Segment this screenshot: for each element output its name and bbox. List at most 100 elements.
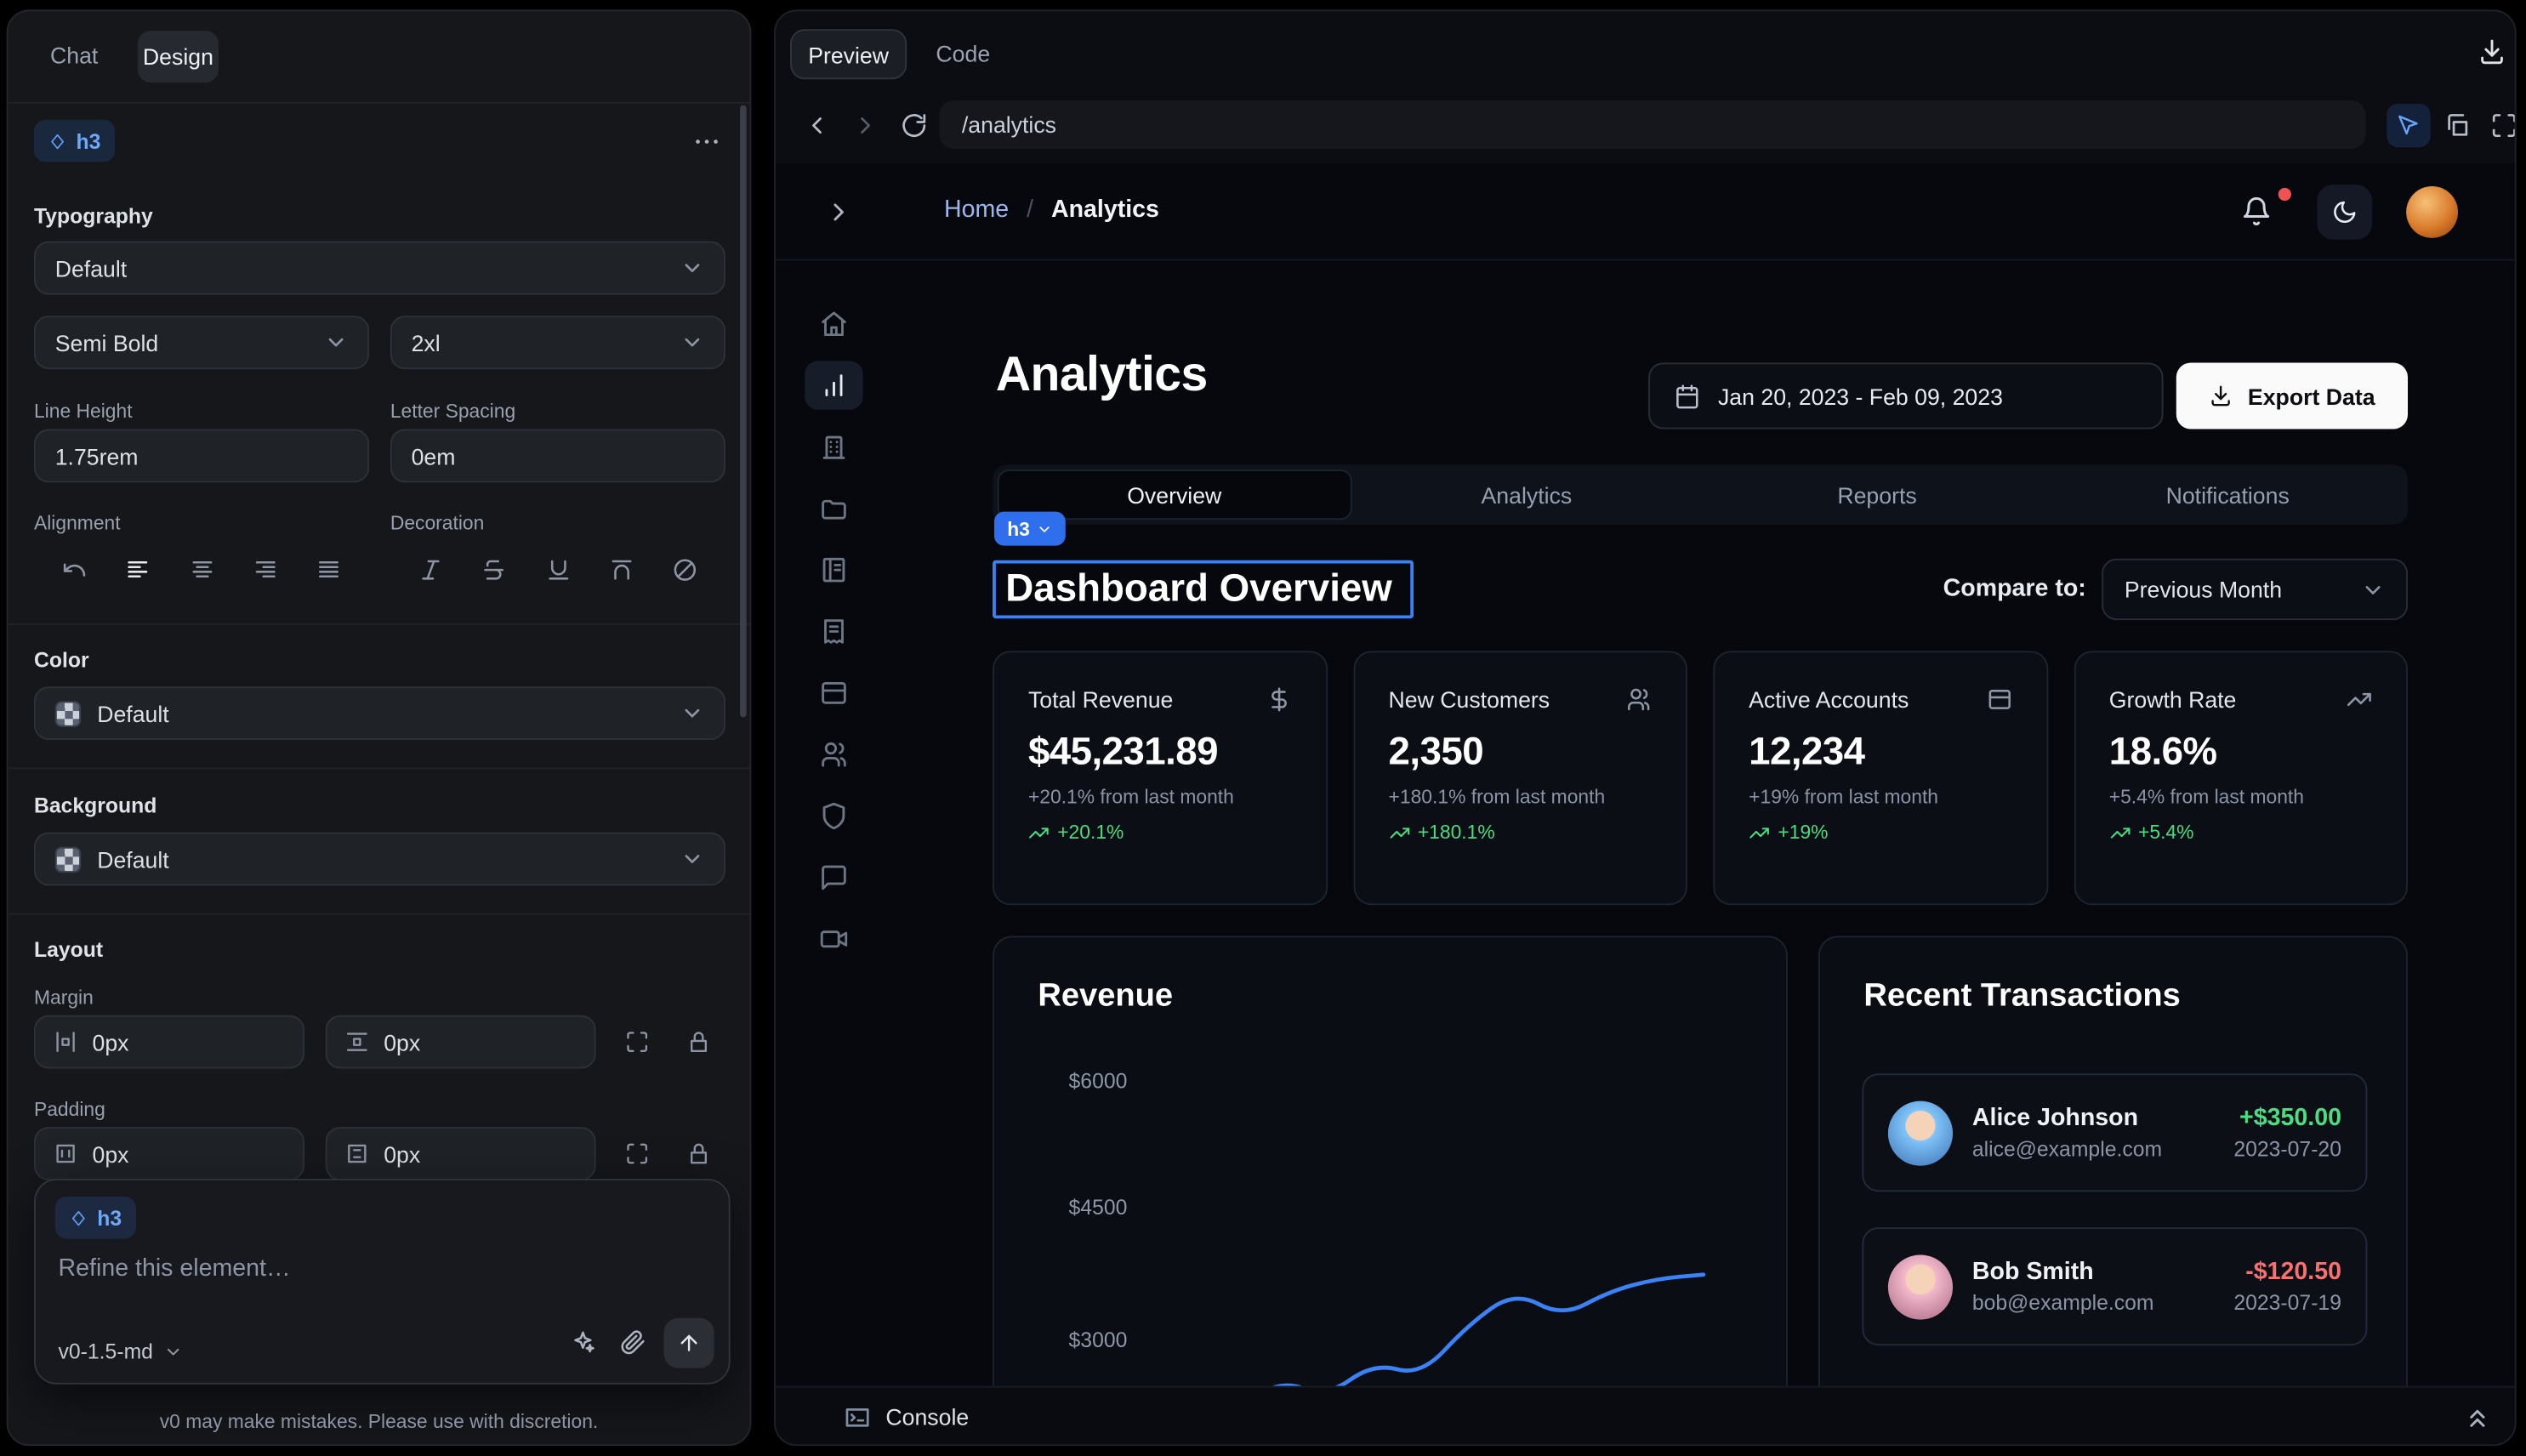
sidebar-item-projects[interactable] [805, 484, 863, 532]
user-avatar[interactable] [2406, 186, 2458, 238]
padding-y-input[interactable] [384, 1140, 477, 1166]
line-height-field [34, 429, 369, 483]
tab-code[interactable]: Code [936, 41, 990, 66]
compare-label: Compare to: [1943, 575, 2086, 602]
back-button[interactable] [799, 107, 834, 143]
rendered-app: Home / Analytics [776, 163, 2517, 1385]
mouse-pointer-icon [2397, 113, 2421, 138]
transaction-row: Bob Smith bob@example.com -$120.50 2023-… [1862, 1227, 2367, 1345]
overline-button[interactable] [594, 547, 649, 592]
selected-element-label: h3 [76, 128, 100, 153]
padding-x-input[interactable] [93, 1140, 186, 1166]
composer-input[interactable]: Refine this element… [59, 1254, 291, 1282]
selection-badge[interactable]: h3 [994, 512, 1066, 546]
stat-card-subtext: +180.1% from last month [1389, 785, 1652, 808]
refresh-button[interactable] [896, 107, 931, 143]
sidebar-item-security[interactable] [805, 792, 863, 840]
italic-button[interactable] [403, 547, 458, 592]
transaction-amount: -$120.50 [2233, 1258, 2341, 1285]
tab-chat[interactable]: Chat [50, 43, 98, 68]
diamond-icon [70, 1209, 88, 1226]
margin-y-input[interactable] [384, 1029, 477, 1055]
fullscreen-button[interactable] [2485, 107, 2516, 143]
color-swatch-icon [55, 700, 81, 725]
no-decoration-button[interactable] [657, 547, 713, 592]
panel-scrollbar[interactable] [740, 105, 747, 718]
sidebar-item-analytics[interactable] [805, 361, 863, 410]
tab-design[interactable]: Design [138, 31, 219, 82]
chevrons-up-icon[interactable] [2463, 1404, 2492, 1433]
strikethrough-button[interactable] [467, 547, 522, 592]
enhance-prompt-button[interactable] [564, 1322, 603, 1362]
sidebar-item-notes[interactable] [805, 546, 863, 594]
margin-label: Margin [34, 986, 94, 1009]
sidebar-toggle-button[interactable] [824, 197, 853, 226]
font-family-select[interactable]: Default [34, 242, 725, 295]
notifications-button[interactable] [2241, 196, 2273, 228]
chevron-down-icon [680, 330, 705, 355]
download-icon [2209, 384, 2233, 408]
margin-lock-button[interactable] [677, 1020, 720, 1062]
undo-icon [61, 556, 87, 582]
margin-x-input[interactable] [93, 1029, 186, 1055]
ellipsis-icon [692, 127, 720, 154]
padding-y-field [326, 1127, 596, 1180]
selected-element-badge[interactable]: h3 [34, 120, 116, 162]
sidebar-item-video[interactable] [805, 915, 863, 964]
compare-select[interactable]: Previous Month [2102, 559, 2408, 620]
stat-card-title: Active Accounts [1749, 686, 1909, 712]
selection-badge-label: h3 [1007, 517, 1030, 540]
padding-x-field [34, 1127, 304, 1180]
letter-spacing-input[interactable] [412, 443, 705, 469]
reset-alignment-button[interactable] [47, 547, 102, 592]
align-right-icon [253, 556, 278, 582]
building-icon [819, 432, 848, 461]
chevron-right-icon [851, 111, 878, 138]
console-label[interactable]: Console [885, 1404, 969, 1430]
date-range-button[interactable]: Jan 20, 2023 - Feb 09, 2023 [1648, 362, 2163, 429]
background-select[interactable]: Default [34, 833, 725, 886]
sidebar-item-organization[interactable] [805, 423, 863, 471]
stat-card-title: Growth Rate [2109, 686, 2237, 712]
theme-toggle-button[interactable] [2317, 185, 2372, 240]
tab-notifications[interactable]: Notifications [2052, 469, 2403, 520]
attach-file-button[interactable] [614, 1322, 653, 1362]
padding-expand-button[interactable] [615, 1132, 657, 1174]
trending-up-icon [1389, 822, 1410, 843]
tab-reports[interactable]: Reports [1702, 469, 2052, 520]
align-center-button[interactable] [174, 547, 230, 592]
underline-button[interactable] [531, 547, 586, 592]
tab-preview[interactable]: Preview [790, 29, 907, 79]
sidebar-item-home[interactable] [805, 299, 863, 348]
align-right-button[interactable] [237, 547, 293, 592]
download-button[interactable] [2474, 34, 2510, 70]
align-left-button[interactable] [111, 547, 166, 592]
sidebar-item-users[interactable] [805, 731, 863, 779]
forward-button[interactable] [847, 107, 883, 143]
font-size-select[interactable]: 2xl [390, 316, 725, 369]
margin-expand-button[interactable] [615, 1020, 657, 1062]
sidebar-item-messages[interactable] [805, 853, 863, 901]
tab-analytics[interactable]: Analytics [1351, 469, 1702, 520]
inspect-element-button[interactable] [2387, 104, 2430, 147]
model-select[interactable]: v0-1.5-md [59, 1339, 183, 1363]
breadcrumb-home-link[interactable]: Home [944, 196, 1009, 223]
circle-slash-icon [672, 556, 697, 582]
line-height-input[interactable] [55, 443, 349, 469]
align-justify-button[interactable] [301, 547, 356, 592]
more-options-button[interactable] [685, 123, 727, 159]
stat-card-growth-rate: Growth Rate 18.6% +5.4% from last month … [2074, 651, 2408, 905]
duplicate-button[interactable] [2438, 107, 2474, 143]
transaction-row: Alice Johnson alice@example.com +$350.00… [1862, 1073, 2367, 1192]
padding-lock-button[interactable] [677, 1132, 720, 1174]
alignment-group [34, 543, 369, 596]
composer-element-badge[interactable]: h3 [55, 1197, 137, 1239]
sidebar-item-invoices[interactable] [805, 607, 863, 656]
url-input[interactable] [962, 111, 2343, 137]
design-panel: Chat Design h3 Typography Default Semi B… [7, 9, 752, 1446]
send-button[interactable] [664, 1318, 714, 1368]
export-data-button[interactable]: Export Data [2176, 362, 2408, 429]
font-weight-select[interactable]: Semi Bold [34, 316, 369, 369]
color-select[interactable]: Default [34, 686, 725, 740]
sidebar-item-billing[interactable] [805, 668, 863, 717]
